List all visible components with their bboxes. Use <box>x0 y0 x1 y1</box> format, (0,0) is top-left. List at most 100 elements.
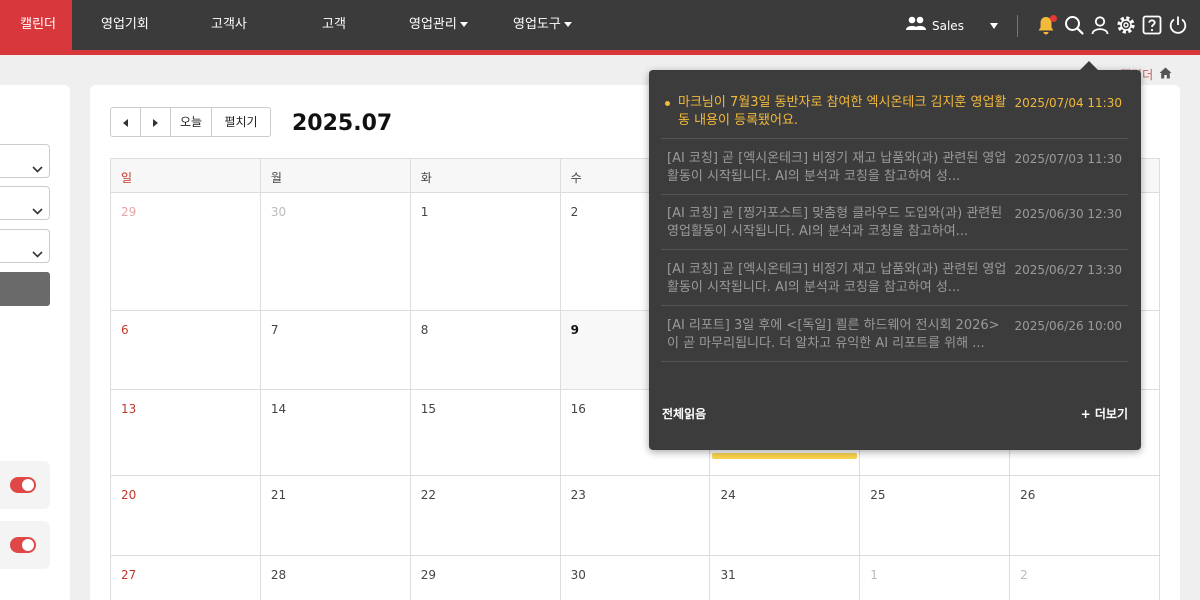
nav-item-sales-tools[interactable]: 영업도구 <box>513 0 572 50</box>
day-number: 14 <box>270 402 287 416</box>
notification-item-unread[interactable]: 마크님이 7월3일 동반자로 참여한 엑시온테크 김지훈 영업활동 내용이 등록… <box>661 94 1128 139</box>
day-number: 9 <box>570 323 579 337</box>
nav-item-customers[interactable]: 고객 <box>322 0 346 50</box>
day-cell[interactable]: 13 <box>111 390 261 476</box>
day-number: 27 <box>121 568 137 582</box>
day-cell[interactable]: 27 <box>111 556 261 600</box>
calendar-toolbar: 오늘 펼치기 <box>110 107 271 137</box>
chevron-right-icon <box>153 118 158 127</box>
toggle-row-2: 에 <box>0 521 50 569</box>
day-number: 24 <box>720 488 736 502</box>
notification-time: 2025/07/04 11:30 <box>1014 96 1122 110</box>
day-cell[interactable]: 29 <box>111 193 261 311</box>
day-cell[interactable]: 28 <box>261 556 411 600</box>
day-cell[interactable]: 2 <box>1010 556 1161 600</box>
team-dropdown-icon[interactable] <box>990 23 998 29</box>
notification-text: [AI 리포트] 3일 후에 <[독일] 쾰른 하드웨어 전시회 2026>이 … <box>667 318 1000 351</box>
notification-item[interactable]: [AI 리포트] 3일 후에 <[독일] 쾰른 하드웨어 전시회 2026>이 … <box>661 317 1128 362</box>
help-icon[interactable] <box>1141 14 1163 36</box>
day-number: 31 <box>720 568 736 582</box>
toggle-switch[interactable] <box>10 537 36 553</box>
day-number: 23 <box>570 488 586 502</box>
day-cell[interactable]: 20 <box>111 476 261 556</box>
home-icon[interactable] <box>1159 67 1172 82</box>
day-cell[interactable]: 1 <box>410 193 561 311</box>
caret-down-icon <box>563 22 572 27</box>
day-cell[interactable]: 25 <box>860 476 1011 556</box>
day-cell[interactable]: 14 <box>260 390 411 476</box>
week-row: 27 28 29 30 31 1 2 <box>111 556 1161 600</box>
day-cell[interactable]: 21 <box>260 476 411 556</box>
day-number: 25 <box>870 488 886 502</box>
notification-text: [AI 코칭] 곧 [찡거포스트] 맞춤형 클라우드 도입와(과) 관련된 영업… <box>667 206 1003 239</box>
notification-item[interactable]: [AI 코칭] 곧 [찡거포스트] 맞춤형 클라우드 도입와(과) 관련된 영업… <box>661 205 1128 250</box>
day-number: 28 <box>270 568 287 582</box>
notification-item[interactable]: [AI 코칭] 곧 [엑시온테크] 비정기 재고 납품와(과) 관련된 영업활동… <box>661 150 1128 195</box>
day-cell[interactable]: 29 <box>411 556 561 600</box>
day-cell[interactable]: 23 <box>560 476 711 556</box>
power-icon[interactable] <box>1167 14 1189 36</box>
filter-select-2[interactable] <box>0 186 50 220</box>
day-cell[interactable]: 26 <box>1010 476 1161 556</box>
popup-arrow <box>1080 61 1098 70</box>
weekday-tue: 화 <box>410 159 561 193</box>
today-button[interactable]: 오늘 <box>171 108 212 136</box>
top-nav: 캘린더 영업기회 고객사 고객 영업관리 영업도구 Sales <box>0 0 1200 50</box>
day-cell[interactable]: 7 <box>260 311 411 390</box>
prev-month-button[interactable] <box>111 108 141 136</box>
nav-item-calendar[interactable]: 캘린더 <box>0 0 72 50</box>
notification-time: 2025/07/03 11:30 <box>1014 152 1122 166</box>
nav-item-label: 영업도구 <box>513 17 561 32</box>
day-cell[interactable]: 30 <box>561 556 711 600</box>
next-month-button[interactable] <box>141 108 171 136</box>
day-number: 21 <box>270 488 287 502</box>
gear-icon[interactable] <box>1115 14 1137 36</box>
day-cell[interactable]: 31 <box>710 556 861 600</box>
toggle-switch[interactable] <box>10 477 36 493</box>
search-icon[interactable] <box>1063 14 1085 36</box>
notification-item[interactable]: [AI 코칭] 곧 [엑시온테크] 비정기 재고 납품와(과) 관련된 영업활동… <box>661 261 1128 306</box>
filter-apply-button[interactable] <box>0 272 50 306</box>
day-cell[interactable]: 24 <box>710 476 861 556</box>
filter-select-3[interactable] <box>0 229 50 263</box>
day-cell[interactable]: 15 <box>410 390 561 476</box>
day-number: 29 <box>121 205 137 219</box>
day-cell[interactable]: 22 <box>410 476 561 556</box>
nav-item-sales-management[interactable]: 영업관리 <box>409 0 468 50</box>
nav-item-label: 영업관리 <box>409 17 457 32</box>
notification-text: [AI 코칭] 곧 [엑시온테크] 비정기 재고 납품와(과) 관련된 영업활동… <box>667 262 1007 295</box>
user-icon[interactable] <box>1089 14 1111 36</box>
day-cell[interactable]: 1 <box>860 556 1011 600</box>
notification-popup: 마크님이 7월3일 동반자로 참여한 엑시온테크 김지훈 영업활동 내용이 등록… <box>649 61 1141 450</box>
chevron-left-icon <box>123 118 128 127</box>
nav-item-opportunities[interactable]: 영업기회 <box>101 0 149 50</box>
chevron-down-icon <box>32 158 43 177</box>
expand-button[interactable]: 펼치기 <box>212 108 270 136</box>
notification-time: 2025/06/26 10:00 <box>1014 319 1122 333</box>
team-selector[interactable]: Sales <box>906 15 964 37</box>
notification-text: [AI 코칭] 곧 [엑시온테크] 비정기 재고 납품와(과) 관련된 영업활동… <box>667 151 1007 184</box>
nav-item-accounts[interactable]: 고객사 <box>211 0 247 50</box>
users-icon <box>906 15 926 37</box>
filter-select-1[interactable] <box>0 144 50 178</box>
notification-dot <box>1050 15 1057 22</box>
day-number: 16 <box>570 402 586 416</box>
mark-all-read-button[interactable]: 전체읽음 <box>662 405 706 422</box>
toggle-row-1 <box>0 461 50 509</box>
toggle-label: 에 <box>0 537 1 554</box>
weekday-sun: 일 <box>111 159 261 193</box>
day-number: 30 <box>270 205 287 219</box>
day-number: 8 <box>420 323 429 337</box>
day-number: 20 <box>121 488 137 502</box>
nav-divider <box>1017 15 1018 37</box>
event-bar[interactable] <box>712 453 858 459</box>
day-number: 29 <box>420 568 436 582</box>
day-cell[interactable]: 6 <box>111 311 261 390</box>
day-cell[interactable]: 8 <box>410 311 561 390</box>
chevron-down-icon <box>32 200 43 219</box>
team-label: Sales <box>932 19 964 33</box>
day-number: 13 <box>121 402 137 416</box>
day-cell[interactable]: 30 <box>260 193 411 311</box>
bell-icon[interactable] <box>1035 14 1057 36</box>
more-notifications-button[interactable]: + 더보기 <box>1081 405 1128 422</box>
